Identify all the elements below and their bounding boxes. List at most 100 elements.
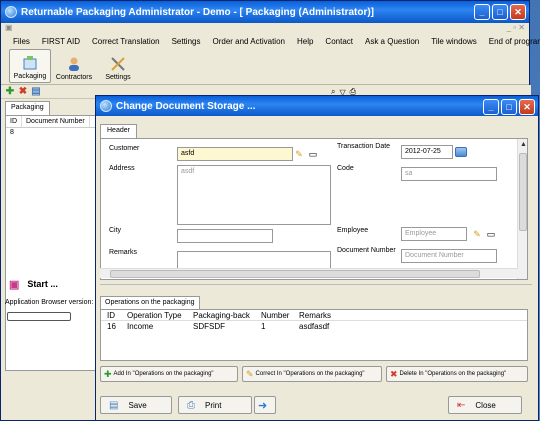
row-id-cell: 8 bbox=[10, 129, 14, 136]
employee-lookup-icon[interactable]: ▭ bbox=[485, 228, 497, 240]
delete-icon[interactable]: ✖ bbox=[18, 86, 28, 97]
ribbon-toolbar: Packaging Contractors Settings bbox=[1, 49, 529, 85]
app-browser-version-field bbox=[7, 312, 71, 321]
maximize-button[interactable]: □ bbox=[492, 4, 508, 20]
menu-help[interactable]: Help bbox=[291, 35, 319, 49]
mdi-child-icon[interactable]: ▣ bbox=[5, 23, 13, 35]
packaging-grid[interactable]: ID Document Number 8 bbox=[5, 115, 97, 371]
menu-first-aid[interactable]: FIRST AID bbox=[36, 35, 86, 49]
op-packaging-cell: SDFSDF bbox=[193, 322, 225, 331]
start-label: Start ... bbox=[27, 279, 58, 289]
close-label: Close bbox=[475, 400, 496, 410]
save-disk-icon: ▤ bbox=[109, 399, 119, 411]
menu-contact[interactable]: Contact bbox=[319, 35, 359, 49]
next-arrow-button[interactable]: ➜ bbox=[254, 396, 276, 414]
delete-operation-label: Delete In "Operations on the packaging" bbox=[399, 371, 507, 377]
settings-tools-icon bbox=[111, 57, 125, 71]
header-horizontal-scrollbar[interactable] bbox=[100, 268, 518, 278]
add-icon[interactable]: ✚ bbox=[5, 86, 15, 97]
ribbon-contractors-button[interactable]: Contractors bbox=[53, 49, 95, 83]
dialog-close-button[interactable]: ✕ bbox=[519, 99, 535, 115]
table-row[interactable]: 16 Income SDFSDF 1 asdfasdf bbox=[101, 321, 527, 332]
dialog-maximize-button[interactable]: □ bbox=[501, 99, 517, 115]
customer-field[interactable]: asfd bbox=[177, 147, 293, 161]
main-window-title: Returnable Packaging Administrator - Dem… bbox=[21, 6, 375, 18]
column-header-op-id[interactable]: ID bbox=[107, 311, 115, 320]
main-title-bar[interactable]: Returnable Packaging Administrator - Dem… bbox=[1, 1, 529, 23]
add-operation-icon: ✚ bbox=[104, 368, 112, 379]
column-header-id[interactable]: ID bbox=[6, 116, 22, 127]
save-button[interactable]: ▤ Save bbox=[100, 396, 172, 414]
document-number-label: Document Number bbox=[337, 247, 396, 254]
save-disk-icon[interactable]: ▤ bbox=[31, 86, 41, 97]
tab-operations[interactable]: Operations on the packaging bbox=[100, 296, 200, 309]
section-divider bbox=[100, 284, 532, 285]
dialog-title-bar[interactable]: Change Document Storage ... _ □ ✕ bbox=[96, 96, 538, 116]
add-operation-button[interactable]: ✚ Add In "Operations on the packaging" bbox=[100, 366, 238, 382]
contractors-icon bbox=[69, 57, 79, 71]
menu-end-program[interactable]: End of program bbox=[483, 35, 540, 49]
close-exit-icon: ⇤ bbox=[457, 399, 466, 411]
ribbon-settings-label: Settings bbox=[105, 74, 131, 81]
menu-ask-question[interactable]: Ask a Question bbox=[359, 35, 425, 49]
edit-pencil-icon[interactable]: ✎ bbox=[293, 148, 305, 160]
minimize-button[interactable]: _ bbox=[474, 4, 490, 20]
menu-correct-translation[interactable]: Correct Translation bbox=[86, 35, 166, 49]
city-label: City bbox=[109, 227, 122, 234]
code-field[interactable]: sa bbox=[401, 167, 497, 181]
menu-order-activation[interactable]: Order and Activation bbox=[206, 35, 290, 49]
menu-settings[interactable]: Settings bbox=[166, 35, 207, 49]
start-button[interactable]: ▣ Start ... bbox=[5, 273, 97, 295]
start-icon: ▣ bbox=[9, 278, 20, 291]
add-operation-label: Add In "Operations on the packaging" bbox=[113, 371, 214, 377]
menu-files[interactable]: Files bbox=[7, 35, 36, 49]
mdi-controls: ▣ _ ▫ ✕ bbox=[1, 23, 529, 35]
change-document-dialog: Change Document Storage ... _ □ ✕ Header… bbox=[95, 95, 539, 421]
print-button[interactable]: ⎙ Print bbox=[178, 396, 252, 414]
code-label: Code bbox=[337, 165, 354, 172]
mdi-window-controls-icon[interactable]: _ ▫ ✕ bbox=[507, 23, 525, 35]
header-vertical-scrollbar[interactable]: ▲ bbox=[517, 139, 527, 279]
calendar-icon[interactable] bbox=[455, 147, 467, 157]
document-number-field[interactable]: Document Number bbox=[401, 249, 497, 263]
horizontal-scroll-thumb[interactable] bbox=[110, 270, 480, 278]
delete-operation-button[interactable]: ✖ Delete In "Operations on the packaging… bbox=[386, 366, 528, 382]
column-header-operation-type[interactable]: Operation Type bbox=[127, 311, 182, 320]
vertical-scroll-thumb[interactable] bbox=[519, 153, 527, 231]
employee-field[interactable]: Employee bbox=[401, 227, 467, 241]
op-remarks-cell: asdfasdf bbox=[299, 322, 330, 331]
ribbon-settings-button[interactable]: Settings bbox=[97, 49, 139, 83]
ribbon-contractors-label: Contractors bbox=[55, 74, 93, 81]
operations-grid[interactable]: ID Operation Type Packaging-back Number … bbox=[100, 309, 528, 361]
city-field[interactable] bbox=[177, 229, 273, 243]
print-icon: ⎙ bbox=[187, 399, 195, 411]
app-browser-version-label: Application Browser version: bbox=[5, 299, 94, 306]
tab-header[interactable]: Header bbox=[100, 124, 137, 138]
header-panel: Customer asfd ✎ ▭ Address asdf City Rema… bbox=[100, 138, 528, 280]
column-header-remarks[interactable]: Remarks bbox=[299, 311, 331, 320]
table-row[interactable]: 8 bbox=[6, 128, 96, 138]
address-field[interactable]: asdf bbox=[177, 165, 331, 225]
ribbon-packaging-button[interactable]: Packaging bbox=[9, 49, 51, 83]
column-header-document-number[interactable]: Document Number bbox=[22, 116, 90, 127]
correct-operation-button[interactable]: ✎ Correct In "Operations on the packagin… bbox=[242, 366, 382, 382]
employee-edit-pencil-icon[interactable]: ✎ bbox=[471, 228, 483, 240]
close-button[interactable]: ⇤ Close bbox=[448, 396, 522, 414]
scroll-up-arrow-icon[interactable]: ▲ bbox=[520, 141, 527, 148]
tab-packaging[interactable]: Packaging bbox=[5, 101, 50, 115]
close-window-button[interactable]: ✕ bbox=[510, 4, 526, 20]
correct-operation-label: Correct In "Operations on the packaging" bbox=[255, 371, 365, 377]
customer-lookup-icon[interactable]: ▭ bbox=[307, 148, 319, 160]
column-header-number[interactable]: Number bbox=[261, 311, 289, 320]
menu-bar: Files FIRST AID Correct Translation Sett… bbox=[1, 35, 540, 49]
column-header-packaging-back[interactable]: Packaging-back bbox=[193, 311, 250, 320]
transaction-date-field[interactable]: 2012-07-25 bbox=[401, 145, 453, 159]
dialog-globe-icon bbox=[100, 100, 112, 112]
ribbon-packaging-label: Packaging bbox=[13, 73, 47, 80]
dialog-minimize-button[interactable]: _ bbox=[483, 99, 499, 115]
print-label: Print bbox=[205, 400, 222, 410]
employee-label: Employee bbox=[337, 227, 369, 234]
packaging-icon bbox=[23, 56, 37, 70]
menu-tile-windows[interactable]: Tile windows bbox=[425, 35, 483, 49]
op-number-cell: 1 bbox=[261, 322, 266, 331]
